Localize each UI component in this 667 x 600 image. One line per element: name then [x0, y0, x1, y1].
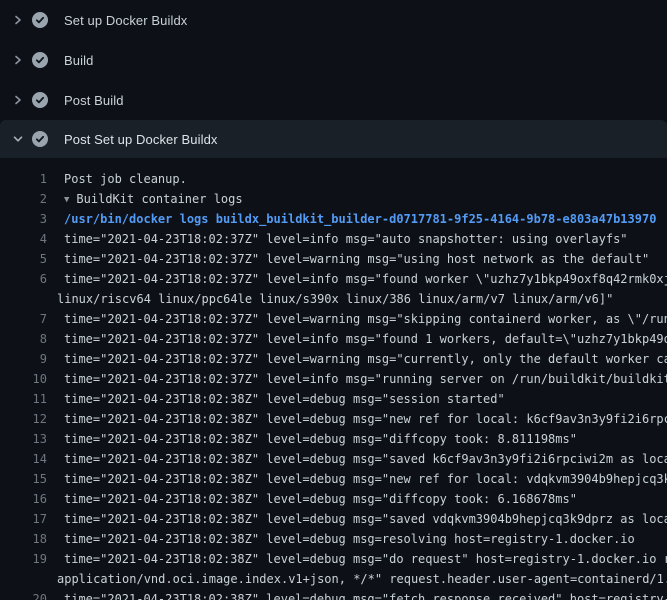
line-number[interactable]: 20	[0, 589, 47, 600]
collapse-group-icon[interactable]: ▼	[64, 190, 69, 209]
step-label: Post Set up Docker Buildx	[64, 132, 218, 147]
check-circle-icon	[32, 12, 48, 28]
log-text: time="2021-04-23T18:02:37Z" level=warnin…	[47, 249, 649, 269]
step-label: Build	[64, 53, 93, 68]
log-line: 16 time="2021-04-23T18:02:38Z" level=deb…	[0, 489, 667, 509]
log-text: time="2021-04-23T18:02:37Z" level=info m…	[47, 369, 667, 389]
log-line: 9 time="2021-04-23T18:02:37Z" level=warn…	[0, 349, 667, 369]
chevron-down-icon[interactable]	[12, 133, 24, 145]
steps-list: Set up Docker Buildx Build Post Build Po…	[0, 0, 667, 158]
log-text: time="2021-04-23T18:02:37Z" level=warnin…	[47, 309, 667, 329]
log-text: application/vnd.oci.image.index.v1+json,…	[47, 569, 667, 589]
group-label[interactable]: BuildKit container logs	[76, 192, 242, 206]
log-line-continuation: application/vnd.oci.image.index.v1+json,…	[0, 569, 667, 589]
line-number[interactable]: 6	[0, 269, 47, 289]
line-number[interactable]: 3	[0, 209, 47, 229]
line-number[interactable]: 14	[0, 449, 47, 469]
line-number[interactable]: 15	[0, 469, 47, 489]
log-line: 18 time="2021-04-23T18:02:38Z" level=deb…	[0, 529, 667, 549]
line-number[interactable]: 9	[0, 349, 47, 369]
log-line: 11 time="2021-04-23T18:02:38Z" level=deb…	[0, 389, 667, 409]
line-number[interactable]: 19	[0, 549, 47, 569]
step-label: Post Build	[64, 93, 124, 108]
line-number[interactable]: 4	[0, 229, 47, 249]
line-number[interactable]: 2	[0, 189, 47, 209]
log-line: 4 time="2021-04-23T18:02:37Z" level=info…	[0, 229, 667, 249]
log-text: time="2021-04-23T18:02:38Z" level=debug …	[47, 389, 505, 409]
line-number[interactable]: 17	[0, 509, 47, 529]
command-text: /usr/bin/docker logs buildx_buildkit_bui…	[47, 209, 656, 229]
step-header-build[interactable]: Build	[0, 40, 667, 80]
log-line: 6 time="2021-04-23T18:02:37Z" level=info…	[0, 269, 667, 289]
log-text: Post job cleanup.	[47, 169, 187, 189]
log-group-text: ▼ BuildKit container logs	[47, 189, 243, 209]
log-text: time="2021-04-23T18:02:37Z" level=warnin…	[47, 349, 667, 369]
log-line: 8 time="2021-04-23T18:02:37Z" level=info…	[0, 329, 667, 349]
chevron-right-icon[interactable]	[12, 94, 24, 106]
log-viewer: 1 Post job cleanup. 2 ▼ BuildKit containe…	[0, 160, 667, 600]
check-circle-icon	[32, 131, 48, 147]
log-line: 10 time="2021-04-23T18:02:37Z" level=inf…	[0, 369, 667, 389]
line-number[interactable]: 5	[0, 249, 47, 269]
line-number[interactable]: 1	[0, 169, 47, 189]
log-line: 19 time="2021-04-23T18:02:38Z" level=deb…	[0, 549, 667, 569]
chevron-right-icon[interactable]	[12, 14, 24, 26]
line-number[interactable]: 11	[0, 389, 47, 409]
log-text: linux/riscv64 linux/ppc64le linux/s390x …	[47, 289, 613, 309]
line-number[interactable]: 18	[0, 529, 47, 549]
check-circle-icon	[32, 52, 48, 68]
log-line-continuation: linux/riscv64 linux/ppc64le linux/s390x …	[0, 289, 667, 309]
line-number[interactable]: 10	[0, 369, 47, 389]
log-text: time="2021-04-23T18:02:37Z" level=info m…	[47, 329, 667, 349]
log-line: 12 time="2021-04-23T18:02:38Z" level=deb…	[0, 409, 667, 429]
log-line: 15 time="2021-04-23T18:02:38Z" level=deb…	[0, 469, 667, 489]
chevron-right-icon[interactable]	[12, 54, 24, 66]
log-line: 20 time="2021-04-23T18:02:38Z" level=deb…	[0, 589, 667, 600]
log-text: time="2021-04-23T18:02:38Z" level=debug …	[47, 409, 667, 429]
log-line: 14 time="2021-04-23T18:02:38Z" level=deb…	[0, 449, 667, 469]
log-text: time="2021-04-23T18:02:38Z" level=debug …	[47, 589, 667, 600]
step-header-post-set-up-docker-buildx[interactable]: Post Set up Docker Buildx	[0, 120, 667, 158]
line-number[interactable]: 12	[0, 409, 47, 429]
log-group-line: 2 ▼ BuildKit container logs	[0, 189, 667, 209]
line-number[interactable]: 7	[0, 309, 47, 329]
log-text: time="2021-04-23T18:02:38Z" level=debug …	[47, 489, 577, 509]
log-text: time="2021-04-23T18:02:37Z" level=info m…	[47, 269, 667, 289]
line-number	[0, 569, 47, 589]
log-text: time="2021-04-23T18:02:38Z" level=debug …	[47, 449, 667, 469]
check-circle-icon	[32, 92, 48, 108]
line-number[interactable]: 13	[0, 429, 47, 449]
step-header-post-build[interactable]: Post Build	[0, 80, 667, 120]
line-number	[0, 289, 47, 309]
log-line: 5 time="2021-04-23T18:02:37Z" level=warn…	[0, 249, 667, 269]
step-label: Set up Docker Buildx	[64, 13, 187, 28]
log-line: 1 Post job cleanup.	[0, 169, 667, 189]
step-header-set-up-docker-buildx[interactable]: Set up Docker Buildx	[0, 0, 667, 40]
log-line: 13 time="2021-04-23T18:02:38Z" level=deb…	[0, 429, 667, 449]
line-number[interactable]: 16	[0, 489, 47, 509]
line-number[interactable]: 8	[0, 329, 47, 349]
log-text: time="2021-04-23T18:02:38Z" level=debug …	[47, 509, 667, 529]
log-text: time="2021-04-23T18:02:38Z" level=debug …	[47, 549, 667, 569]
log-text: time="2021-04-23T18:02:38Z" level=debug …	[47, 529, 635, 549]
log-line: 17 time="2021-04-23T18:02:38Z" level=deb…	[0, 509, 667, 529]
log-text: time="2021-04-23T18:02:37Z" level=info m…	[47, 229, 628, 249]
log-line: 7 time="2021-04-23T18:02:37Z" level=warn…	[0, 309, 667, 329]
log-text: time="2021-04-23T18:02:38Z" level=debug …	[47, 429, 577, 449]
log-command-line: 3 /usr/bin/docker logs buildx_buildkit_b…	[0, 209, 667, 229]
log-text: time="2021-04-23T18:02:38Z" level=debug …	[47, 469, 667, 489]
